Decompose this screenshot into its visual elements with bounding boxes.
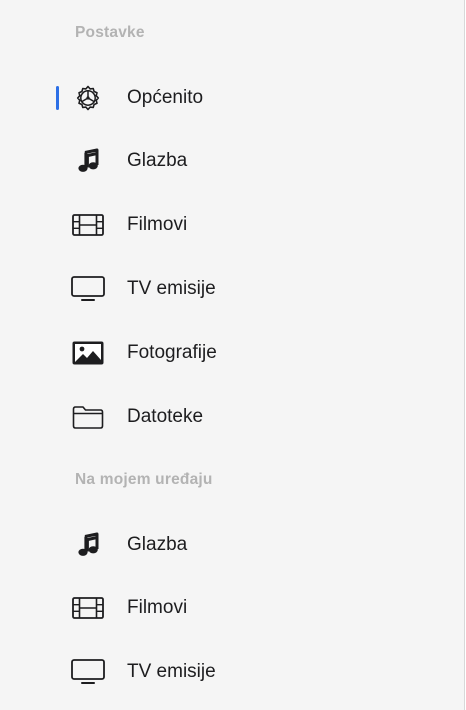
sidebar-item-label: TV emisije [127,661,216,682]
sidebar-item-device-glazba[interactable]: Glazba [0,521,464,569]
sidebar: Postavke Općenito Glazba Filmovi TV emis… [0,0,465,710]
sidebar-item-opcenito[interactable]: Općenito [0,74,464,122]
sidebar-item-fotografije[interactable]: Fotografije [0,329,464,377]
sidebar-item-datoteke[interactable]: Datoteke [0,393,464,441]
sidebar-item-device-filmovi[interactable]: Filmovi [0,584,464,632]
tv-icon [70,656,106,688]
sidebar-item-glazba[interactable]: Glazba [0,137,464,185]
selection-indicator [56,86,59,110]
photo-icon [70,337,106,369]
tv-icon [70,273,106,305]
sidebar-item-label: Glazba [127,150,188,171]
music-note-icon [70,145,106,177]
film-icon [70,209,106,241]
sidebar-item-label: TV emisije [127,278,216,299]
sidebar-item-label: Filmovi [127,214,188,235]
sidebar-item-label: Glazba [127,534,188,555]
music-note-icon [70,529,106,561]
sidebar-item-filmovi[interactable]: Filmovi [0,201,464,249]
sidebar-item-device-tv-emisije[interactable]: TV emisije [0,648,464,696]
gear-icon [70,82,106,114]
sidebar-item-label: Fotografije [127,342,217,363]
section-header-na-mojem-uredaju: Na mojem uređaju [75,471,213,488]
sidebar-item-tv-emisije[interactable]: TV emisije [0,265,464,313]
sidebar-item-label: Filmovi [127,597,188,618]
film-icon [70,592,106,624]
folder-icon [70,401,106,433]
sidebar-item-label: Općenito [127,87,204,108]
sidebar-item-label: Datoteke [127,406,204,427]
section-header-postavke: Postavke [75,24,145,41]
